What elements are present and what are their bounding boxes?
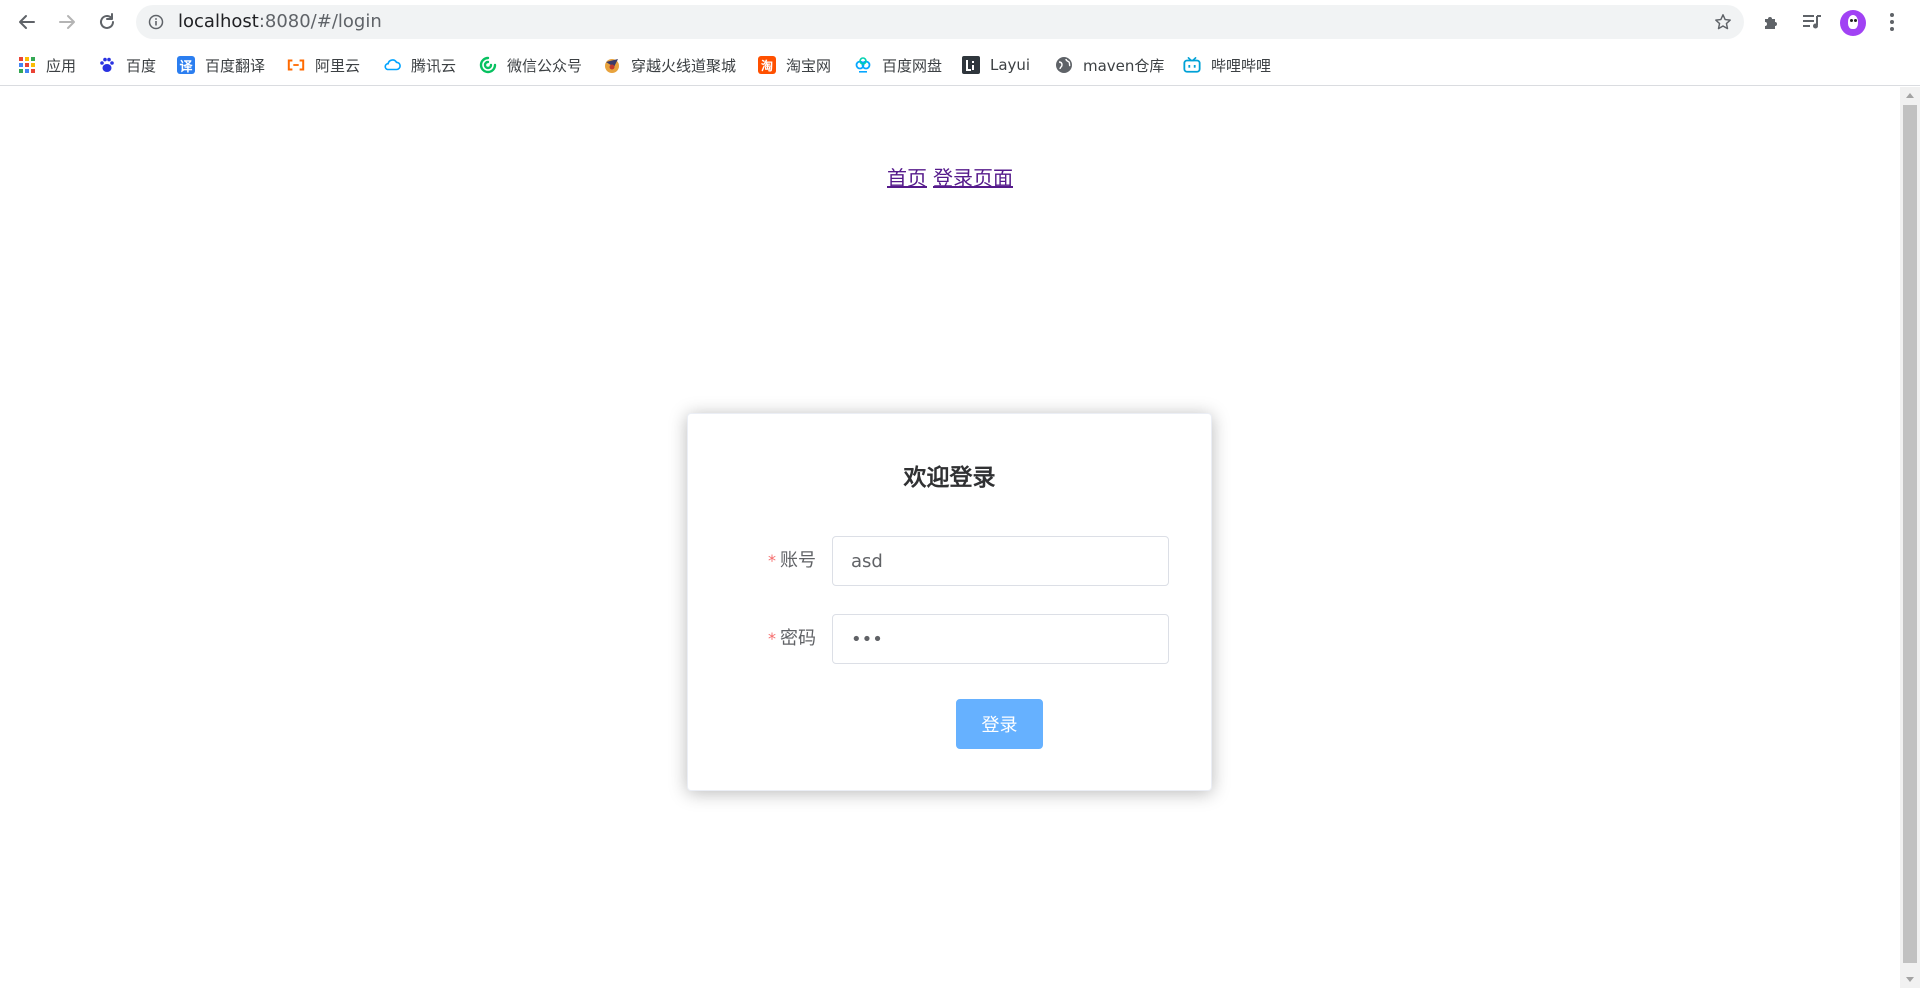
browser-toolbar: localhost:8080/#/login	[0, 0, 1920, 44]
arrow-left-icon	[19, 15, 35, 29]
bookmark-label: 穿越火线道聚城	[631, 56, 737, 75]
taobao-icon: 淘	[758, 56, 776, 74]
scroll-down-arrow-icon[interactable]	[1906, 977, 1914, 982]
bilibili-icon	[1183, 56, 1201, 74]
bookmark-tencent-cloud[interactable]: 腾讯云	[383, 52, 456, 78]
bookmark-taobao[interactable]: 淘 淘宝网	[758, 52, 831, 78]
bookmark-label: 腾讯云	[411, 56, 457, 75]
bookmark-label: 阿里云	[315, 56, 361, 75]
globe-icon	[1055, 56, 1073, 74]
address-bar[interactable]: localhost:8080/#/login	[136, 5, 1744, 39]
avatar-face-icon	[1848, 15, 1858, 29]
site-info-icon[interactable]	[148, 14, 164, 30]
login-page-link[interactable]: 登录页面	[933, 166, 1013, 190]
url-text[interactable]: localhost:8080/#/login	[178, 5, 382, 39]
media-control-button[interactable]	[1800, 10, 1824, 34]
profile-avatar[interactable]	[1840, 10, 1866, 36]
bookmarks-bar: 应用 百度 译 百度翻译 阿里云 腾讯云 微信公众号 穿越火线道聚城 淘 淘宝网…	[0, 44, 1920, 86]
bookmark-label: maven仓库	[1083, 56, 1165, 75]
scroll-up-arrow-icon[interactable]	[1906, 93, 1914, 98]
forward-button[interactable]	[53, 8, 81, 36]
tencent-cloud-icon	[383, 56, 401, 74]
account-form-item: * 账号	[688, 536, 1211, 586]
bookmark-baidu-netdisk[interactable]: 百度网盘	[854, 52, 942, 78]
baidu-netdisk-icon	[854, 56, 872, 74]
crossfire-icon	[603, 56, 621, 74]
extensions-button[interactable]	[1760, 10, 1784, 34]
home-link[interactable]: 首页	[887, 166, 927, 190]
bookmark-maven[interactable]: maven仓库	[1055, 52, 1164, 78]
page-scrollbar[interactable]	[1900, 87, 1920, 988]
login-button[interactable]: 登录	[956, 699, 1043, 749]
login-title: 欢迎登录	[903, 465, 996, 491]
bookmark-apps[interactable]: 应用	[18, 52, 76, 78]
more-vert-icon	[1890, 13, 1894, 31]
layui-icon	[962, 56, 980, 74]
bookmark-label: 微信公众号	[507, 56, 583, 75]
puzzle-icon	[1765, 17, 1777, 29]
bookmark-crossfire[interactable]: 穿越火线道聚城	[603, 52, 736, 78]
account-label: * 账号	[768, 550, 816, 571]
baidu-paw-icon	[98, 56, 116, 74]
scrollbar-thumb[interactable]	[1903, 105, 1917, 963]
bookmark-label: 百度翻译	[205, 56, 266, 75]
required-mark: *	[768, 629, 776, 648]
required-mark: *	[768, 551, 776, 570]
login-card: 欢迎登录 *账号 *密码 登录	[687, 413, 1212, 791]
baidu-translate-icon: 译	[177, 56, 195, 75]
bookmark-label: 百度网盘	[882, 56, 943, 75]
playlist-music-icon	[1803, 15, 1821, 29]
back-button[interactable]	[13, 8, 41, 36]
bookmark-baidu[interactable]: 百度	[98, 52, 156, 78]
url-host: localhost	[178, 11, 259, 32]
bookmark-label: 应用	[46, 56, 77, 75]
reload-button[interactable]	[93, 8, 121, 36]
bookmark-layui[interactable]: Layui	[962, 52, 1030, 78]
bookmark-label: 淘宝网	[786, 56, 832, 75]
account-input[interactable]	[832, 536, 1169, 586]
bookmark-wechat[interactable]: 微信公众号	[479, 52, 582, 78]
browser-menu-button[interactable]	[1880, 10, 1904, 34]
bookmark-star-icon[interactable]	[1714, 13, 1732, 31]
bookmark-bilibili[interactable]: 哔哩哔哩	[1183, 52, 1271, 78]
bookmark-aliyun[interactable]: 阿里云	[287, 52, 360, 78]
password-input[interactable]	[832, 614, 1169, 664]
reload-icon	[100, 13, 114, 29]
wechat-official-icon	[479, 56, 497, 74]
arrow-right-icon	[59, 15, 75, 29]
router-nav: 首页 登录页面	[0, 162, 1900, 191]
bookmark-baidu-translate[interactable]: 译 百度翻译	[177, 52, 265, 78]
page-viewport: 首页登录页面 欢迎登录 *账号 *密码 登录	[0, 87, 1900, 988]
bookmark-label: Layui	[990, 56, 1031, 74]
url-path: :8080/#/login	[258, 11, 382, 32]
bookmark-label: 百度	[126, 56, 157, 75]
password-form-item: * 密码	[688, 614, 1211, 664]
bookmark-label: 哔哩哔哩	[1211, 56, 1272, 75]
apps-grid-icon	[18, 56, 36, 74]
password-label: * 密码	[768, 628, 816, 649]
aliyun-icon	[287, 56, 305, 74]
